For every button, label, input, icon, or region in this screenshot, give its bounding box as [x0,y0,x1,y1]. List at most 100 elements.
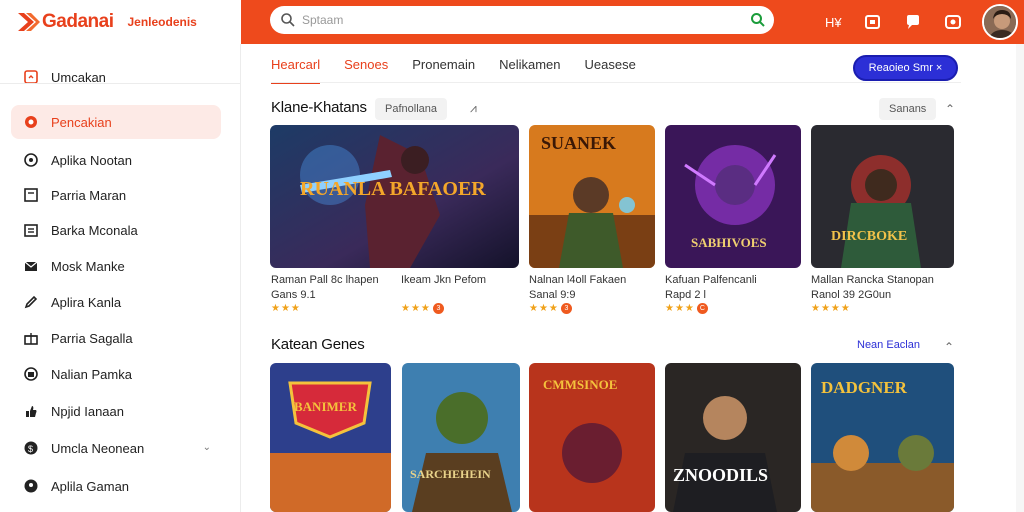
section-title: Katean Genes [271,336,365,353]
rating-stars: ★★★ C [665,303,708,314]
search-icon [281,13,295,27]
primary-action-button[interactable]: Reaoieo Smr × [853,55,958,81]
chevron-down-icon[interactable]: ⌄ [203,442,211,453]
tab-bar: Hearcarl Senoes Pronemain Nelikamen Ueas… [271,57,660,84]
sidebar-item-box[interactable]: Nalian Pamka [11,357,221,391]
sidebar-item-pin[interactable]: Aplila Gaman [11,469,221,503]
mail-icon [23,258,39,274]
header-actions: H¥ [822,0,1024,44]
tab-4[interactable]: Ueasese [585,57,636,84]
game-card[interactable]: RUANLA BAFAOER [270,125,519,268]
hdr-grid-icon[interactable]: H¥ [822,11,844,33]
filter-chip[interactable]: Pafnollana [375,98,447,120]
rating-stars: ★★★ 3 [529,303,572,314]
svg-text:$: $ [28,444,33,454]
sidebar-item-label: Parria Maran [51,187,127,203]
hdr-camera-icon[interactable] [942,11,964,33]
game-card[interactable]: SUANEK [529,125,655,268]
sidebar-item-label: Barka Mconala [51,222,138,238]
sidebar-item-coin[interactable]: $ Umcla Neonean ⌄ [11,431,221,465]
rating-stars: ★★★ [271,303,301,314]
chevron-up-icon[interactable]: ⌃ [945,102,955,116]
sidebar: Umcakan Pencakian Aplika Nootan Parria M… [0,44,241,512]
card-title: Kafuan Palfencanli [665,274,757,286]
tab-3[interactable]: Nelikamen [499,57,560,84]
search-box[interactable] [270,6,774,34]
sidebar-item-label: Umcla Neonean [51,440,145,456]
rating-badge: 3 [432,303,444,314]
sidebar-item-apps[interactable]: Aplika Nootan [11,143,221,177]
gift-icon [23,330,39,346]
search-icon [23,114,39,130]
rating-stars: ★★★ 3 [401,303,444,314]
sidebar-item-mail[interactable]: Mosk Manke [11,249,221,283]
thumb-icon [23,403,39,419]
brand[interactable]: Gadanai Jenleodenis [0,0,241,44]
rating-badge: 3 [560,303,572,314]
card-art-title: SUANEK [541,133,616,153]
avatar[interactable] [982,4,1018,40]
sidebar-item-label: Aplira Kanla [51,294,122,310]
card-art-title: BANIMER [294,399,357,414]
game-card[interactable]: DADGNER [811,363,954,512]
sidebar-item-label: Nalian Pamka [51,366,132,382]
pin-icon [23,478,39,494]
tab-divider [271,82,961,83]
rating-stars: ★★★★ [811,303,851,314]
sidebar-item-label: Npjid Ianaan [51,403,124,419]
sidebar-item-search[interactable]: Pencakian [11,105,221,139]
sidebar-item-label: Mosk Manke [51,258,125,274]
brand-tagline: Jenleodenis [127,15,197,29]
sidebar-item-list[interactable]: Parria Maran [11,178,221,212]
see-all-link[interactable]: Nean Eaclan [857,339,920,351]
card-art-title: ZNOODILS [673,465,768,485]
game-card[interactable]: BANIMER [270,363,391,512]
card-art-title: DIRCBOKE [831,229,907,244]
game-card[interactable]: SABHIVOES [665,125,801,268]
sidebar-item-home[interactable]: Umcakan [11,60,221,94]
card-subtitle: Rapd 2 l [665,289,706,301]
coin-icon: $ [23,440,39,456]
app-icon [23,152,39,168]
game-card[interactable]: CMMSINOE [529,363,655,512]
card-art-title: CMMSINOE [543,377,617,392]
tab-0[interactable]: Hearcarl [271,57,321,84]
scrollbar[interactable] [1016,44,1024,512]
hdr-chat-icon[interactable] [902,11,924,33]
game-card[interactable]: ZNOODILS [665,363,801,512]
card-title: Nalnan l4oll Fakaen [529,274,627,286]
search-input[interactable] [302,13,742,27]
tab-2[interactable]: Pronemain [412,57,475,84]
sidebar-item-thumb[interactable]: Npjid Ianaan [11,394,221,428]
rating-badge: C [696,303,708,314]
chevron-up-icon[interactable]: ⌃ [944,340,954,354]
sidebar-item-pen[interactable]: Aplira Kanla [11,285,221,319]
sidebar-item-gift[interactable]: Parria Sagalla [11,321,221,355]
brand-name: Gadanai [42,11,114,32]
top-header: Gadanai Jenleodenis H¥ [0,0,1024,44]
svg-text:H¥: H¥ [825,15,842,30]
card-art-title: DADGNER [821,378,908,397]
sort-chip[interactable]: Sanans [879,98,937,120]
card-art-title: SABHIVOES [691,235,767,250]
tab-1[interactable]: Senoes [344,57,388,84]
list-icon [23,187,39,203]
sidebar-item-label: Aplika Nootan [51,152,132,168]
folder-icon [23,222,39,238]
sidebar-item-folder[interactable]: Barka Mconala [11,213,221,247]
sort-icon[interactable]: ⩘ [470,101,477,116]
box-icon [23,366,39,382]
card-title: Ikeam Jkn Pefom [401,274,486,286]
search-submit-icon[interactable] [750,12,766,28]
game-card[interactable]: SARCHEHEIN [402,363,520,512]
hdr-tag-icon[interactable] [862,11,884,33]
brand-logo-icon [18,13,40,31]
game-card[interactable]: DIRCBOKE [811,125,954,268]
card-title: Raman Pall 8c lhapen [271,274,379,286]
sidebar-item-label: Parria Sagalla [51,330,133,346]
card-subtitle: Gans 9.1 [271,289,316,301]
sidebar-divider [0,83,240,84]
sidebar-item-label: Pencakian [51,114,112,130]
section-title: Klane-Khatans [271,99,367,116]
card-art-title: RUANLA BAFAOER [300,178,486,200]
